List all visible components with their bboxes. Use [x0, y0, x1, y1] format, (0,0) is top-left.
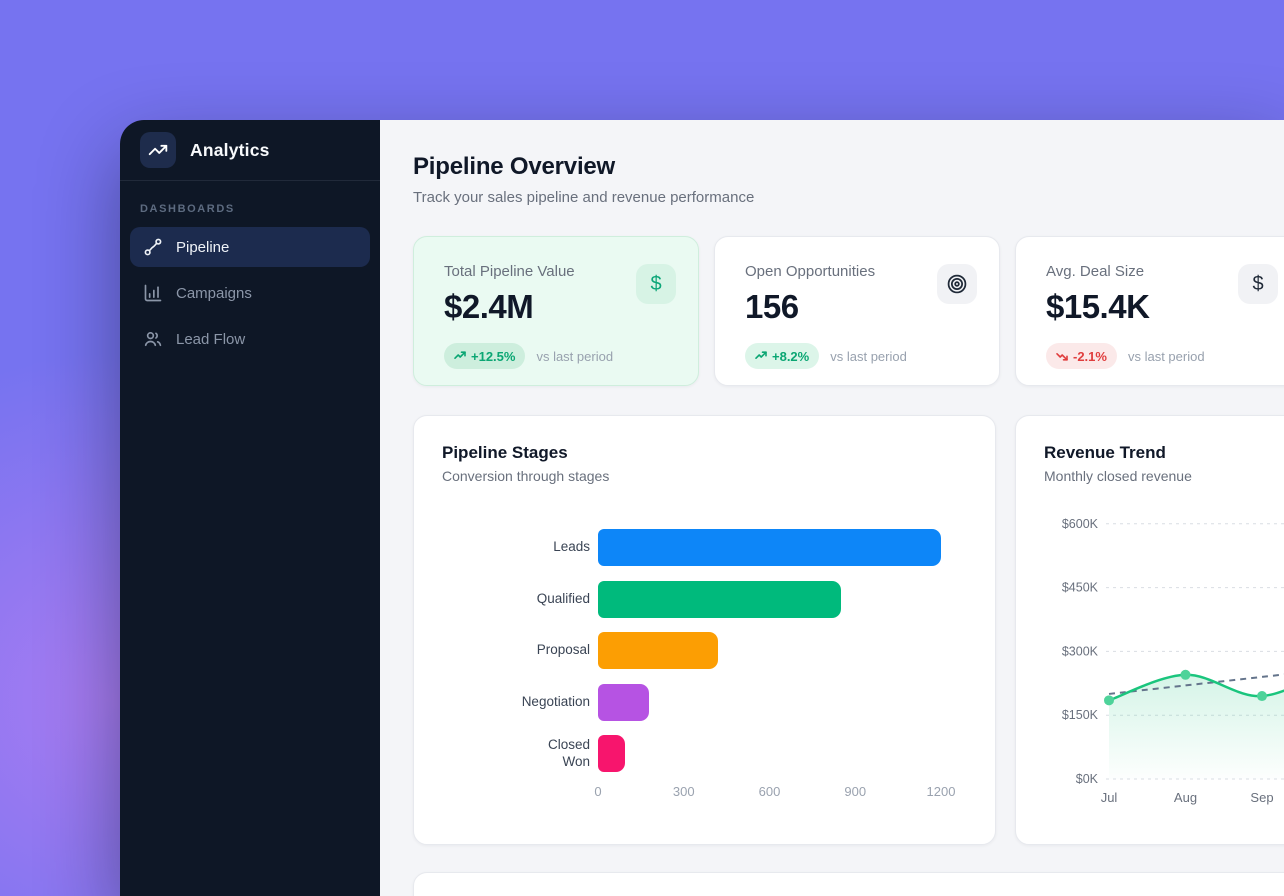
main-content: Pipeline Overview Track your sales pipel…: [380, 120, 1284, 896]
x-axis-tick: 0: [594, 784, 601, 799]
pipeline-stages-card: Pipeline Stages Conversion through stage…: [413, 415, 996, 845]
bottom-card: [413, 872, 1284, 896]
page-subtitle: Track your sales pipeline and revenue pe…: [413, 189, 1284, 206]
sidebar-item-pipeline[interactable]: Pipeline: [130, 227, 370, 267]
stat-card-open-opportunities[interactable]: Open Opportunities 156 +8.2% vs last per…: [714, 236, 1000, 386]
stats-row: Total Pipeline Value $2.4M $ +12.5% vs l…: [413, 236, 1284, 386]
trend-up-mini-icon: [755, 350, 767, 362]
sidebar-item-label: Campaigns: [176, 285, 252, 302]
compare-label: vs last period: [1128, 349, 1205, 364]
stat-card-total-pipeline-value[interactable]: Total Pipeline Value $2.4M $ +12.5% vs l…: [413, 236, 699, 386]
bar-category-label: Negotiation: [414, 684, 590, 721]
change-badge: -2.1%: [1046, 343, 1117, 369]
sidebar: Analytics DASHBOARDS Pipeline Campaigns: [120, 120, 380, 896]
change-value: +8.2%: [772, 349, 809, 364]
y-axis-tick: $300K: [1062, 644, 1099, 658]
revenue-area: [1109, 664, 1284, 779]
sidebar-item-lead-flow[interactable]: Lead Flow: [130, 319, 370, 359]
app-window: Analytics DASHBOARDS Pipeline Campaigns: [120, 120, 1284, 896]
revenue-point: [1181, 670, 1191, 680]
bar-category-label: Closed Won: [414, 735, 590, 772]
stat-footer: +8.2% vs last period: [745, 343, 977, 369]
bar-chart-icon: [143, 283, 163, 303]
trend-up-mini-icon: [454, 350, 466, 362]
revenue-trend-card: Revenue Trend Monthly closed revenue $0K…: [1015, 415, 1284, 845]
change-badge: +12.5%: [444, 343, 525, 369]
change-value: -2.1%: [1073, 349, 1107, 364]
stat-card-avg-deal-size[interactable]: Avg. Deal Size $15.4K $ -2.1% vs last pe…: [1015, 236, 1284, 386]
sidebar-item-label: Lead Flow: [176, 331, 245, 348]
revenue-point: [1104, 695, 1114, 705]
dollar-glyph: $: [650, 273, 661, 296]
y-axis-tick: $450K: [1062, 581, 1099, 595]
bar-category-label: Proposal: [414, 632, 590, 669]
dollar-icon: $: [1238, 264, 1278, 304]
sidebar-item-label: Pipeline: [176, 239, 229, 256]
change-value: +12.5%: [471, 349, 515, 364]
stat-footer: +12.5% vs last period: [444, 343, 676, 369]
dollar-icon: $: [636, 264, 676, 304]
bar-category-label: Leads: [414, 529, 590, 566]
bar-closed-won: [598, 735, 625, 772]
y-axis-tick: $0K: [1076, 772, 1099, 786]
compare-label: vs last period: [830, 349, 907, 364]
sidebar-item-campaigns[interactable]: Campaigns: [130, 273, 370, 313]
y-axis-tick: $150K: [1062, 708, 1099, 722]
trend-down-mini-icon: [1056, 350, 1068, 362]
target-rings: [946, 273, 968, 295]
page-title: Pipeline Overview: [413, 153, 1284, 181]
bar-leads: [598, 529, 941, 566]
dollar-glyph: $: [1252, 273, 1263, 296]
bar-qualified: [598, 581, 841, 618]
sidebar-header: Analytics: [120, 120, 380, 181]
stat-footer: -2.1% vs last period: [1046, 343, 1278, 369]
change-badge: +8.2%: [745, 343, 819, 369]
sidebar-section-label: DASHBOARDS: [140, 203, 360, 215]
analytics-logo: [140, 132, 176, 168]
x-axis-tick: 900: [844, 784, 866, 799]
charts-row: Pipeline Stages Conversion through stage…: [413, 415, 1284, 845]
bar-negotiation: [598, 684, 649, 721]
target-icon: [937, 264, 977, 304]
x-axis-tick: 1200: [927, 784, 956, 799]
bar-proposal: [598, 632, 718, 669]
pipeline-stages-plot: Leads Qualified Proposal Negotiation Closed …: [414, 416, 995, 844]
x-axis-tick: Jul: [1101, 790, 1118, 805]
y-axis-tick: $600K: [1062, 517, 1099, 531]
revenue-trend-plot: $0K $150K $300K $450K $600K Jul Aug Sep: [1016, 416, 1284, 845]
x-axis-tick: Aug: [1174, 790, 1197, 805]
bar-category-label: Qualified: [414, 581, 590, 618]
trending-up-icon: [148, 140, 168, 160]
route-icon: [143, 237, 163, 257]
x-axis-tick: Sep: [1250, 790, 1273, 805]
compare-label: vs last period: [536, 349, 613, 364]
sidebar-nav: Pipeline Campaigns Lead Flow: [120, 227, 380, 359]
revenue-point: [1257, 691, 1267, 701]
x-axis-tick: 600: [759, 784, 781, 799]
users-icon: [143, 329, 163, 349]
x-axis-tick: 300: [673, 784, 695, 799]
brand-title: Analytics: [190, 140, 270, 161]
